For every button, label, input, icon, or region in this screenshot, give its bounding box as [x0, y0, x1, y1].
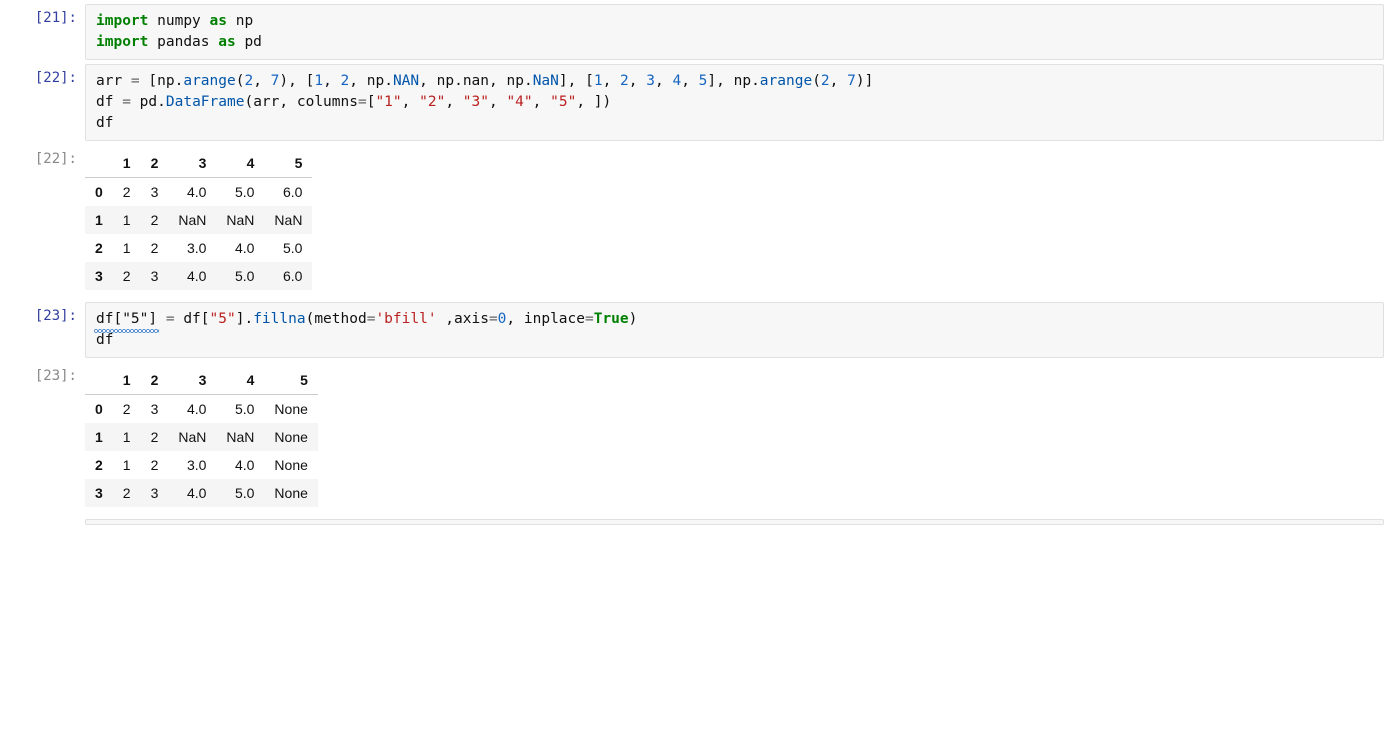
- column-header: 2: [141, 149, 169, 178]
- cell-value: 2: [113, 262, 141, 290]
- cell-body: 123450234.05.0None112NaNNaNNone2123.04.0…: [85, 362, 1384, 515]
- code-input[interactable]: df["5"] = df["5"].fillna(method='bfill' …: [85, 302, 1384, 358]
- input-cell: [10, 519, 1384, 525]
- cell-value: 5.0: [216, 178, 264, 207]
- row-index: 2: [85, 234, 113, 262]
- cell-value: 4.0: [168, 479, 216, 507]
- cell-value: 5.0: [216, 262, 264, 290]
- column-header: 3: [168, 366, 216, 395]
- cell-value: 3: [141, 262, 169, 290]
- cell-value: 1: [113, 451, 141, 479]
- cell-value: 2: [141, 423, 169, 451]
- cell-value: 4.0: [216, 234, 264, 262]
- table-row: 2123.04.0None: [85, 451, 318, 479]
- output-cell: [23]:123450234.05.0None112NaNNaNNone2123…: [10, 362, 1384, 515]
- column-header: 4: [216, 366, 264, 395]
- column-header: 3: [168, 149, 216, 178]
- row-index: 3: [85, 262, 113, 290]
- cell-value: 5.0: [216, 479, 264, 507]
- cell-value: NaN: [168, 206, 216, 234]
- output-prompt: [22]:: [10, 145, 85, 298]
- output-prompt: [23]:: [10, 362, 85, 515]
- table-row: 0234.05.06.0: [85, 178, 312, 207]
- cell-value: 3: [141, 479, 169, 507]
- cell-value: 1: [113, 206, 141, 234]
- row-index: 1: [85, 423, 113, 451]
- cell-value: 1: [113, 423, 141, 451]
- table-row: 112NaNNaNNaN: [85, 206, 312, 234]
- notebook: [21]:import numpy as npimport pandas as …: [10, 4, 1384, 525]
- column-header: 1: [113, 149, 141, 178]
- dataframe-output: 123450234.05.06.0112NaNNaNNaN2123.04.05.…: [85, 149, 312, 290]
- cell-value: 6.0: [264, 262, 312, 290]
- row-index: 3: [85, 479, 113, 507]
- cell-value: 1: [113, 234, 141, 262]
- cell-value: 2: [113, 178, 141, 207]
- input-prompt: [21]:: [10, 4, 85, 60]
- table-row: 0234.05.0None: [85, 395, 318, 424]
- cell-value: None: [264, 479, 317, 507]
- table-row: 2123.04.05.0: [85, 234, 312, 262]
- cell-value: 6.0: [264, 178, 312, 207]
- column-header: 2: [141, 366, 169, 395]
- cell-body: [85, 519, 1384, 525]
- output-cell: [22]:123450234.05.06.0112NaNNaNNaN2123.0…: [10, 145, 1384, 298]
- cell-value: 3.0: [168, 451, 216, 479]
- input-cell: [21]:import numpy as npimport pandas as …: [10, 4, 1384, 60]
- cell-value: 4.0: [168, 178, 216, 207]
- cell-value: NaN: [264, 206, 312, 234]
- cell-value: 3.0: [168, 234, 216, 262]
- column-header: 5: [264, 366, 317, 395]
- table-row: 3234.05.0None: [85, 479, 318, 507]
- cell-value: 2: [113, 395, 141, 424]
- input-cell: [22]:arr = [np.arange(2, 7), [1, 2, np.N…: [10, 64, 1384, 141]
- cell-value: 2: [141, 451, 169, 479]
- cell-value: 4.0: [216, 451, 264, 479]
- cell-value: 3: [141, 178, 169, 207]
- cell-value: 3: [141, 395, 169, 424]
- cell-body: df["5"] = df["5"].fillna(method='bfill' …: [85, 302, 1384, 358]
- cell-value: 5.0: [264, 234, 312, 262]
- column-header: 1: [113, 366, 141, 395]
- cell-value: 4.0: [168, 262, 216, 290]
- cell-value: None: [264, 395, 317, 424]
- row-index: 2: [85, 451, 113, 479]
- row-index: 1: [85, 206, 113, 234]
- column-header: 5: [264, 149, 312, 178]
- cell-value: 2: [141, 234, 169, 262]
- table-row: 112NaNNaNNone: [85, 423, 318, 451]
- cell-value: NaN: [168, 423, 216, 451]
- code-input[interactable]: [85, 519, 1384, 525]
- input-prompt: [10, 519, 85, 525]
- cell-value: 2: [113, 479, 141, 507]
- cell-value: 5.0: [216, 395, 264, 424]
- cell-value: 4.0: [168, 395, 216, 424]
- cell-value: None: [264, 451, 317, 479]
- row-index: 0: [85, 395, 113, 424]
- cell-value: NaN: [216, 206, 264, 234]
- cell-value: None: [264, 423, 317, 451]
- cell-body: import numpy as npimport pandas as pd: [85, 4, 1384, 60]
- dataframe-output: 123450234.05.0None112NaNNaNNone2123.04.0…: [85, 366, 318, 507]
- input-prompt: [23]:: [10, 302, 85, 358]
- input-prompt: [22]:: [10, 64, 85, 141]
- code-input[interactable]: arr = [np.arange(2, 7), [1, 2, np.NAN, n…: [85, 64, 1384, 141]
- cell-body: arr = [np.arange(2, 7), [1, 2, np.NAN, n…: [85, 64, 1384, 141]
- table-row: 3234.05.06.0: [85, 262, 312, 290]
- row-index: 0: [85, 178, 113, 207]
- cell-value: 2: [141, 206, 169, 234]
- column-header: 4: [216, 149, 264, 178]
- input-cell: [23]:df["5"] = df["5"].fillna(method='bf…: [10, 302, 1384, 358]
- cell-body: 123450234.05.06.0112NaNNaNNaN2123.04.05.…: [85, 145, 1384, 298]
- code-input[interactable]: import numpy as npimport pandas as pd: [85, 4, 1384, 60]
- cell-value: NaN: [216, 423, 264, 451]
